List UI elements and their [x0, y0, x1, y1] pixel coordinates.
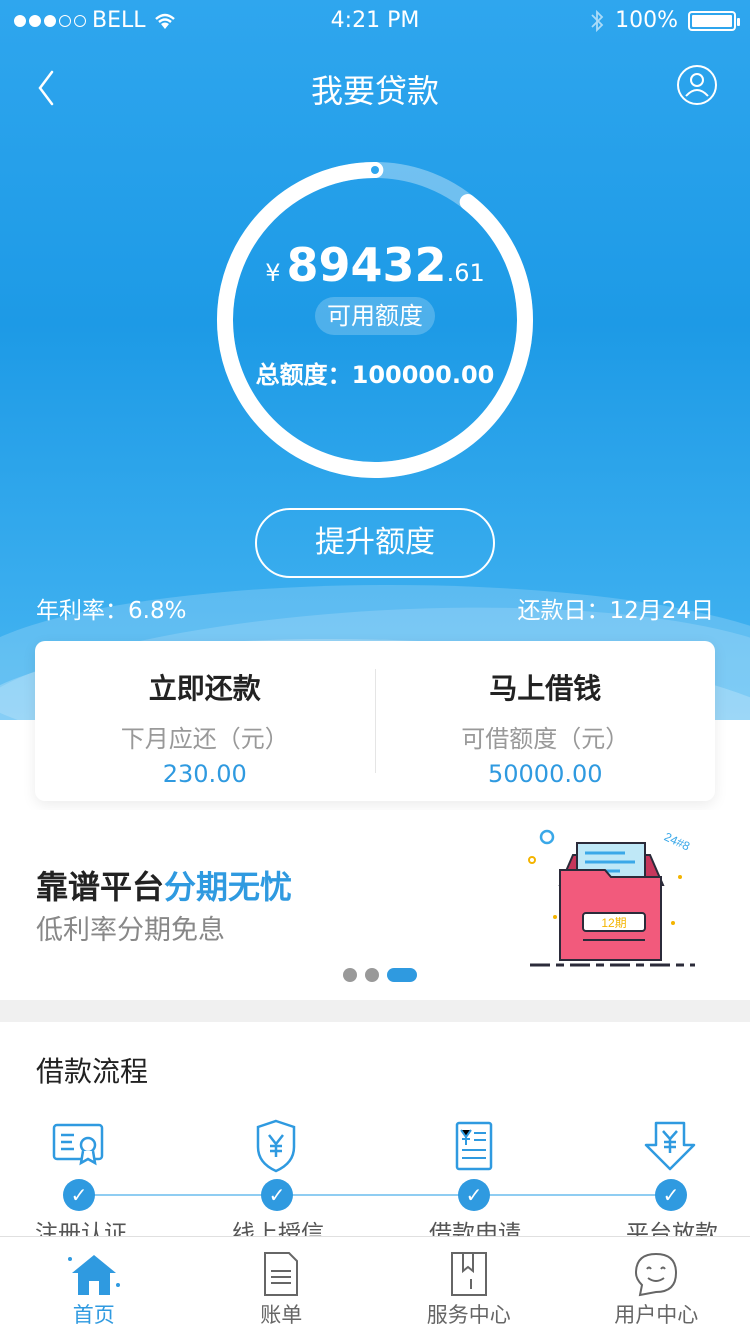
- smiley-chat-icon: [635, 1252, 678, 1297]
- total-credit: 总额度：100000.00: [255, 361, 495, 389]
- bluetooth-icon: [591, 9, 604, 32]
- tab-user-center[interactable]: 用户中心: [563, 1237, 750, 1334]
- banner-title: 靠谱平台分期无忧: [36, 862, 292, 908]
- application-document-icon: [455, 1121, 493, 1171]
- borrow-now-title: 马上借钱: [489, 672, 602, 705]
- annual-rate: 年利率：6.8%: [36, 598, 187, 624]
- pager-dot[interactable]: [365, 968, 379, 982]
- loan-process-section: 借款流程 ✓ ✓ ✓ ✓ 注册认证 线上授信 借款申请 平台放款: [0, 1022, 750, 1252]
- page-title: 我要贷款: [310, 72, 439, 110]
- available-amount-dec: .61: [446, 259, 485, 287]
- promo-banner[interactable]: 靠谱平台分期无忧 低利率分期免息 24#8 12期: [0, 810, 750, 1000]
- borrow-now-sub: 可借额度（元）: [461, 725, 630, 753]
- loan-summary-card: 立即还款 下月应还（元） 230.00 马上借钱 可借额度（元） 50000.0…: [35, 641, 715, 801]
- banner-title-plain: 靠谱平台: [36, 868, 165, 906]
- banner-pager[interactable]: [343, 968, 417, 982]
- raise-limit-button[interactable]: 提升额度: [255, 508, 495, 578]
- battery-percent: 100%: [615, 8, 678, 33]
- service-book-icon: [450, 1252, 487, 1296]
- tab-bill[interactable]: 账单: [188, 1237, 376, 1334]
- payout-arrow-icon: [644, 1121, 696, 1171]
- currency-symbol: ¥: [265, 259, 281, 287]
- pager-dot[interactable]: [343, 968, 357, 982]
- banner-subtitle: 低利率分期免息: [36, 915, 225, 946]
- tab-user-center-label: 用户中心: [614, 1303, 699, 1327]
- tab-service-center-label: 服务中心: [426, 1303, 511, 1327]
- tab-home-label: 首页: [72, 1303, 115, 1327]
- repay-now-title: 立即还款: [148, 672, 261, 705]
- illus-tag: 12期: [601, 916, 626, 930]
- step-check-icon: ✓: [458, 1179, 490, 1211]
- status-bar: BELL 4:21 PM 100%: [0, 0, 750, 40]
- tab-service-center[interactable]: 服务中心: [375, 1237, 563, 1334]
- shield-yuan-icon: [256, 1119, 296, 1173]
- certificate-icon: [52, 1123, 104, 1166]
- borrow-now-section[interactable]: 马上借钱 可借额度（元） 50000.00: [376, 641, 716, 801]
- home-icon: [67, 1255, 120, 1295]
- borrow-now-value: 50000.00: [487, 760, 603, 788]
- user-profile-icon[interactable]: [676, 64, 718, 106]
- available-label-badge: 可用额度: [315, 297, 435, 335]
- available-amount-int: 89432: [286, 238, 447, 292]
- step-check-icon: ✓: [261, 1179, 293, 1211]
- illus-code: 24#8: [662, 830, 692, 854]
- step-check-icon: ✓: [655, 1179, 687, 1211]
- folder-installment-illustration: 24#8 12期: [528, 830, 695, 967]
- section-gap: [0, 1000, 750, 1022]
- bill-icon: [264, 1252, 299, 1296]
- banner-title-highlight: 分期无忧: [164, 868, 293, 906]
- loan-page: BELL 4:21 PM 100% 我要贷款 ¥89432.61 可用额度 总额…: [0, 0, 750, 1334]
- nav-bar: 我要贷款: [0, 60, 750, 110]
- repayment-date: 还款日：12月24日: [517, 598, 714, 624]
- tab-bill-label: 账单: [260, 1303, 303, 1327]
- battery-icon: [688, 10, 740, 31]
- step-check-icon: ✓: [63, 1179, 95, 1211]
- bottom-tab-bar: 首页 账单 服务中心 用户中心: [0, 1236, 750, 1334]
- pager-dot-active[interactable]: [387, 968, 417, 982]
- process-connector-line: [94, 1194, 682, 1196]
- process-title: 借款流程: [36, 1055, 149, 1088]
- tab-home[interactable]: 首页: [0, 1237, 188, 1334]
- repay-now-sub: 下月应还（元）: [120, 725, 289, 753]
- repay-now-section[interactable]: 立即还款 下月应还（元） 230.00: [35, 641, 375, 801]
- repay-now-value: 230.00: [162, 760, 247, 788]
- available-amount: ¥89432.61: [0, 238, 750, 292]
